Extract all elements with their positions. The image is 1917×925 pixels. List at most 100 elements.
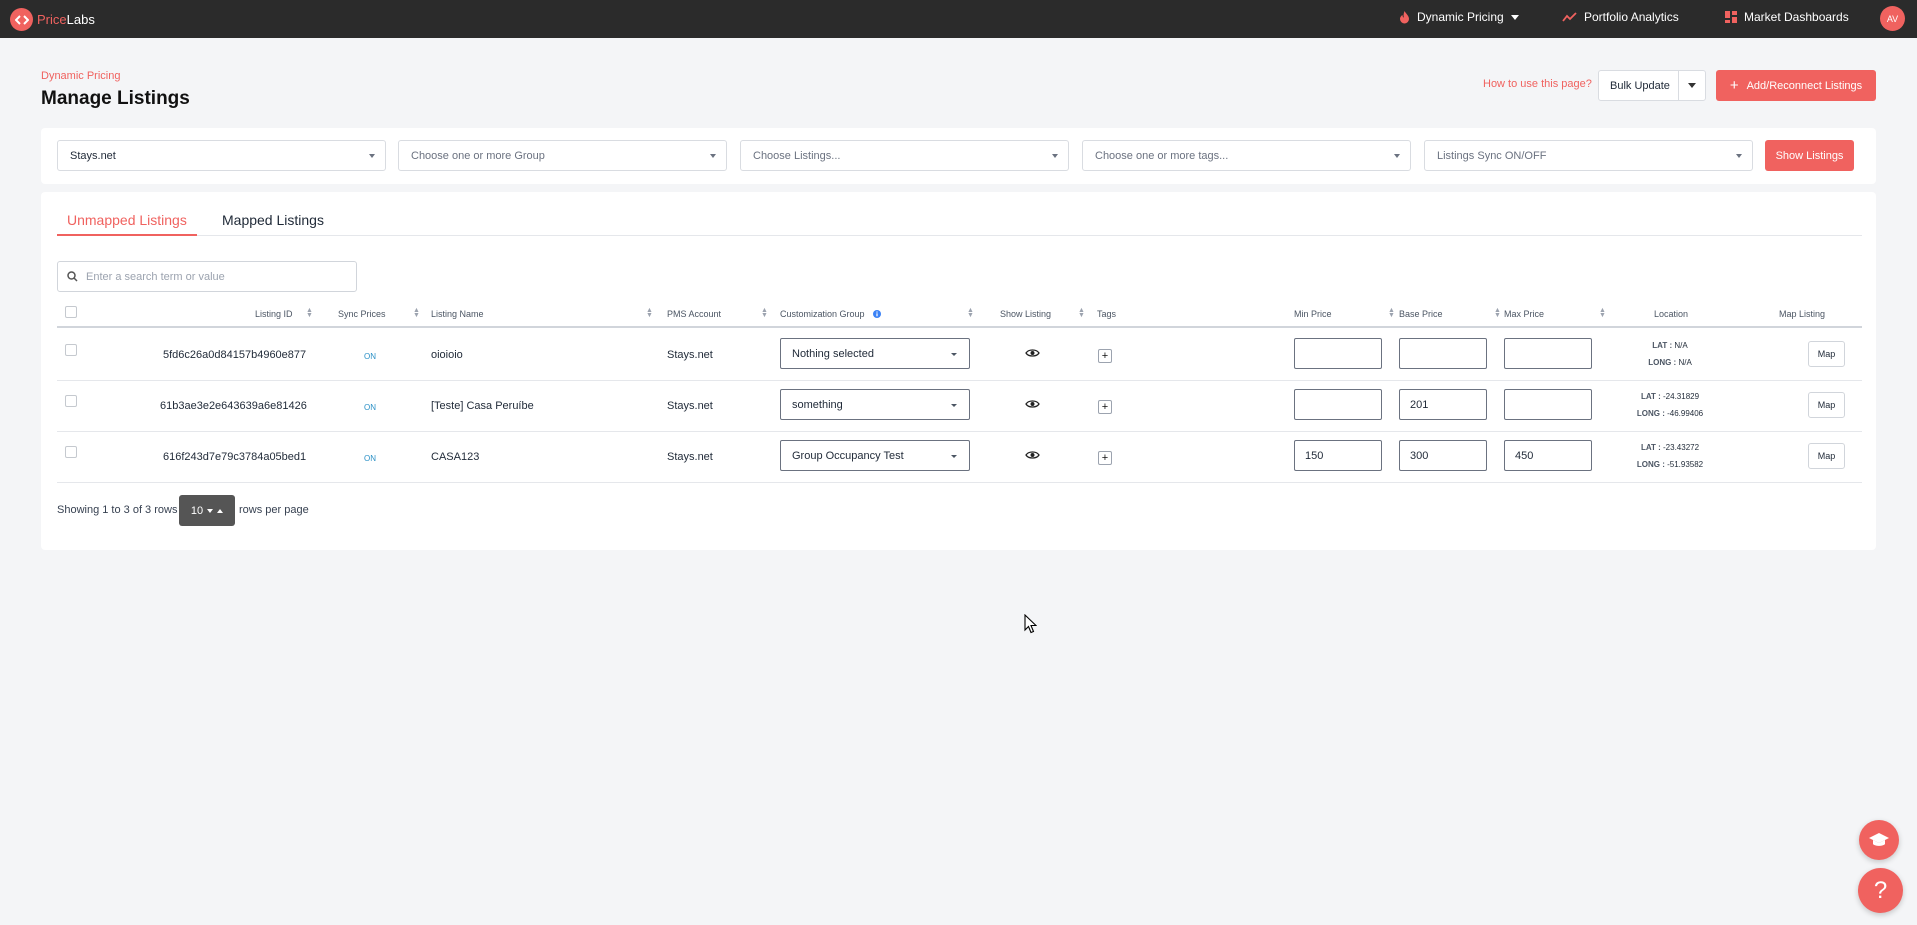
customization-group-select[interactable]: Nothing selected (780, 338, 970, 369)
search-icon (67, 271, 78, 282)
lat-value: -23.43272 (1663, 443, 1700, 452)
customization-group-select[interactable]: something (780, 389, 970, 420)
pagination-summary: Showing 1 to 3 of 3 rows (57, 504, 178, 516)
sort-icon[interactable]: ▲ ▼ (1494, 307, 1501, 319)
sync-select[interactable]: Listings Sync ON/OFF (1424, 140, 1753, 171)
chevron-down-icon (951, 455, 957, 458)
sort-icon[interactable]: ▲ ▼ (1599, 307, 1606, 319)
row-checkbox[interactable] (65, 344, 77, 356)
add-reconnect-listings-button[interactable]: + Add/Reconnect Listings (1716, 70, 1876, 101)
sort-icon[interactable]: ▲ ▼ (1388, 307, 1395, 319)
add-tag-button[interactable]: + (1098, 400, 1112, 414)
table-header: Listing ID ▲ ▼ Sync Prices ▲ ▼ Listing Nam… (57, 302, 1862, 328)
logo-text: PriceLabs (37, 12, 95, 27)
lat-label: LAT : (1652, 341, 1673, 350)
avatar[interactable]: AV (1880, 6, 1905, 31)
graduation-cap-icon (1869, 833, 1889, 846)
lat-label: LAT : (1640, 443, 1661, 452)
row-checkbox[interactable] (65, 446, 77, 458)
long-label: LONG : (1648, 358, 1677, 367)
how-to-use-link[interactable]: How to use this page? (1483, 78, 1592, 90)
eye-icon[interactable] (1025, 450, 1040, 460)
min-price-input[interactable] (1294, 338, 1382, 369)
sync-select-placeholder: Listings Sync ON/OFF (1437, 149, 1547, 162)
nav-market-dashboards-label: Market Dashboards (1744, 10, 1849, 24)
customization-group-select[interactable]: Group Occupancy Test (780, 440, 970, 471)
listing-name: oioioio (431, 349, 463, 361)
min-price-input[interactable] (1294, 389, 1382, 420)
nav-dynamic-pricing[interactable]: Dynamic Pricing (1399, 10, 1519, 24)
logo-text-price: Price (37, 12, 67, 27)
col-min-price[interactable]: Min Price (1294, 309, 1332, 319)
help-button[interactable]: ? (1858, 868, 1903, 913)
sync-status[interactable]: ON (364, 352, 376, 361)
chevron-down-icon (1394, 154, 1400, 158)
eye-icon[interactable] (1025, 348, 1040, 358)
col-max-price[interactable]: Max Price (1504, 309, 1544, 319)
nav-portfolio-analytics[interactable]: Portfolio Analytics (1562, 10, 1679, 24)
pms-account: Stays.net (667, 400, 713, 412)
eye-icon[interactable] (1025, 399, 1040, 409)
max-price-input[interactable] (1504, 389, 1592, 420)
tags-select[interactable]: Choose one or more tags... (1082, 140, 1411, 171)
row-checkbox[interactable] (65, 395, 77, 407)
listings-select[interactable]: Choose Listings... (740, 140, 1069, 171)
long-value: -51.93582 (1667, 460, 1704, 469)
sort-icon[interactable]: ▲ ▼ (967, 307, 974, 319)
logo-text-labs: Labs (66, 12, 95, 27)
col-sync-prices[interactable]: Sync Prices (338, 309, 386, 319)
table-row: 616f243d7e79c3784a05bed1 ON CASA123 Stay… (57, 432, 1862, 483)
base-price-input[interactable]: 201 (1399, 389, 1487, 420)
pms-account: Stays.net (667, 451, 713, 463)
search-input[interactable] (86, 270, 336, 283)
max-price-input[interactable]: 450 (1504, 440, 1592, 471)
group-select[interactable]: Choose one or more Group (398, 140, 727, 171)
listing-id: 5fd6c26a0d84157b4960e877 (163, 349, 307, 361)
listing-name: CASA123 (431, 451, 480, 463)
col-base-price[interactable]: Base Price (1399, 309, 1443, 319)
pms-select-value: Stays.net (70, 149, 116, 162)
min-price-input[interactable]: 150 (1294, 440, 1382, 471)
col-show-listing[interactable]: Show Listing (1000, 309, 1051, 319)
sort-icon[interactable]: ▲ ▼ (646, 307, 653, 319)
map-button[interactable]: Map (1808, 443, 1845, 469)
breadcrumb[interactable]: Dynamic Pricing (41, 70, 120, 82)
bulk-update-dropdown-toggle[interactable] (1678, 71, 1705, 100)
bulk-update-button[interactable]: Bulk Update (1598, 70, 1706, 101)
sort-icon[interactable]: ▲ ▼ (306, 307, 313, 319)
chevron-up-icon (217, 508, 224, 513)
tab-mapped-listings[interactable]: Mapped Listings (212, 212, 334, 236)
info-icon[interactable] (873, 310, 881, 318)
listings-card: Unmapped Listings Mapped Listings Listin… (41, 192, 1876, 550)
logo[interactable]: PriceLabs (10, 8, 95, 31)
add-tag-button[interactable]: + (1098, 451, 1112, 465)
max-price-input[interactable] (1504, 338, 1592, 369)
chevron-down-icon (207, 508, 214, 513)
col-customization-group[interactable]: Customization Group (780, 309, 865, 319)
col-pms-account[interactable]: PMS Account (667, 309, 721, 319)
group-select-placeholder: Choose one or more Group (411, 149, 545, 162)
select-all-checkbox[interactable] (65, 306, 77, 318)
chevron-down-icon (710, 154, 716, 158)
sync-status[interactable]: ON (364, 454, 376, 463)
sort-icon[interactable]: ▲ ▼ (413, 307, 420, 319)
base-price-input[interactable] (1399, 338, 1487, 369)
add-tag-button[interactable]: + (1098, 349, 1112, 363)
nav-market-dashboards[interactable]: Market Dashboards (1725, 10, 1849, 24)
base-price-input[interactable]: 300 (1399, 440, 1487, 471)
tab-unmapped-listings[interactable]: Unmapped Listings (57, 212, 197, 236)
search-box (57, 261, 357, 292)
sync-status[interactable]: ON (364, 403, 376, 412)
sort-icon[interactable]: ▲ ▼ (761, 307, 768, 319)
rows-per-page-select[interactable]: 10 (179, 495, 235, 526)
show-listings-button[interactable]: Show Listings (1765, 140, 1854, 171)
map-button[interactable]: Map (1808, 392, 1845, 418)
mouse-cursor-icon (1024, 614, 1037, 634)
sort-icon[interactable]: ▲ ▼ (1078, 307, 1085, 319)
pms-select[interactable]: Stays.net (57, 140, 386, 171)
map-button[interactable]: Map (1808, 341, 1845, 367)
col-listing-id[interactable]: Listing ID (255, 309, 293, 319)
col-listing-name[interactable]: Listing Name (431, 309, 484, 319)
lat-label: LAT : (1640, 392, 1661, 401)
academy-button[interactable] (1859, 820, 1899, 860)
